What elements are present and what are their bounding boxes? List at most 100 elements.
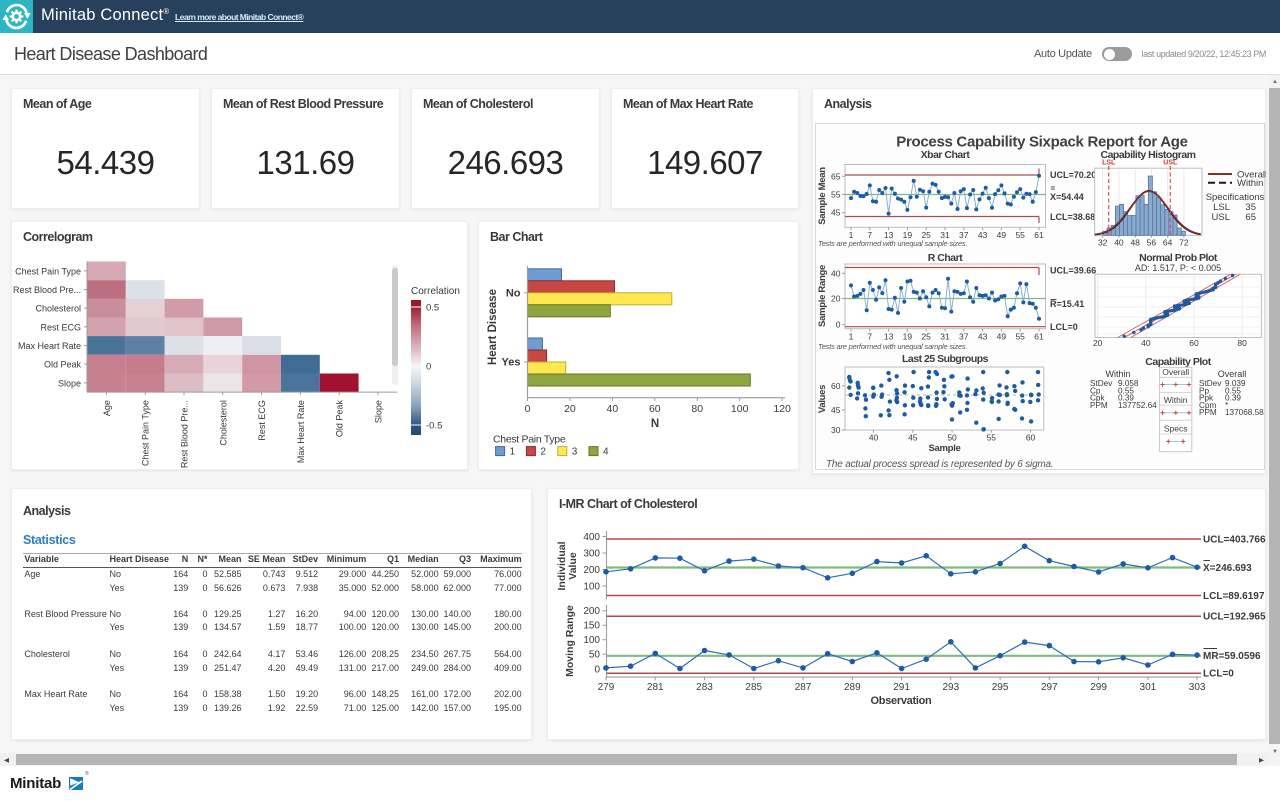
svg-text:2: 2	[540, 447, 546, 458]
svg-text:49: 49	[997, 230, 1007, 240]
svg-text:Specs: Specs	[1164, 423, 1188, 433]
svg-text:400: 400	[583, 532, 600, 543]
svg-text:Chest Pain Type: Chest Pain Type	[15, 266, 81, 276]
svg-text:40: 40	[869, 432, 879, 442]
svg-text:0.5: 0.5	[426, 303, 439, 314]
svg-text:65: 65	[1245, 212, 1256, 223]
svg-text:30: 30	[831, 425, 841, 435]
svg-text:UCL=403.766: UCL=403.766	[1203, 535, 1266, 546]
svg-text:281: 281	[647, 682, 664, 693]
svg-text:Slope: Slope	[374, 400, 384, 423]
svg-text:283: 283	[696, 682, 713, 693]
svg-text:25: 25	[921, 331, 931, 341]
svg-text:Process Capability Sixpack Rep: Process Capability Sixpack Report for Ag…	[896, 133, 1187, 150]
svg-text:Tests are performed with unequ: Tests are performed with unequal sample …	[818, 239, 967, 248]
svg-text:7: 7	[867, 331, 872, 341]
svg-text:MR=59.0596: MR=59.0596	[1203, 651, 1261, 662]
svg-text:Chest Pain Type: Chest Pain Type	[493, 434, 566, 446]
svg-text:PPM: PPM	[1199, 408, 1217, 417]
svg-text:49: 49	[997, 331, 1007, 341]
svg-text:Values: Values	[817, 384, 828, 412]
svg-text:Sample: Sample	[929, 443, 961, 454]
svg-text:55: 55	[1015, 230, 1025, 240]
svg-text:40: 40	[1141, 338, 1151, 348]
svg-text:50: 50	[589, 650, 601, 661]
svg-text:65: 65	[831, 171, 841, 181]
svg-text:Cholesterol: Cholesterol	[218, 400, 228, 446]
svg-text:Yes: Yes	[502, 357, 521, 369]
svg-text:80: 80	[691, 403, 703, 415]
svg-text:Tests are performed with unequ: Tests are performed with unequal sample …	[818, 342, 967, 351]
svg-text:45: 45	[831, 207, 841, 217]
svg-text:200: 200	[583, 565, 600, 576]
svg-text:80: 80	[1237, 338, 1247, 348]
svg-text:200: 200	[583, 606, 600, 617]
svg-text:Slope: Slope	[58, 378, 81, 388]
svg-text:Overall: Overall	[1218, 369, 1247, 379]
svg-text:Observation: Observation	[871, 695, 932, 707]
svg-text:Age: Age	[102, 400, 112, 416]
svg-text:3: 3	[572, 447, 578, 458]
svg-text:32: 32	[1098, 237, 1108, 247]
svg-text:N: N	[651, 418, 659, 430]
svg-text:Old Peak: Old Peak	[335, 400, 345, 438]
svg-text:60: 60	[831, 380, 841, 390]
svg-text:40: 40	[1114, 237, 1124, 247]
svg-text:Within: Within	[1105, 369, 1130, 379]
svg-text:64: 64	[1163, 237, 1173, 247]
svg-text:Heart Disease: Heart Disease	[487, 289, 499, 365]
svg-text:0: 0	[426, 362, 431, 373]
svg-text:100: 100	[583, 582, 600, 593]
svg-text:19: 19	[903, 331, 913, 341]
svg-text:31: 31	[940, 331, 950, 341]
svg-text:297: 297	[1041, 682, 1058, 693]
svg-text:303: 303	[1189, 682, 1206, 693]
svg-text:285: 285	[745, 682, 762, 693]
svg-text:0: 0	[525, 403, 531, 415]
svg-text:Max Heart Rate: Max Heart Rate	[296, 400, 306, 463]
svg-text:40: 40	[607, 403, 619, 415]
svg-text:Moving Range: Moving Range	[564, 605, 576, 677]
svg-text:56: 56	[1147, 237, 1157, 247]
svg-text:LCL=38.68: LCL=38.68	[1050, 212, 1095, 222]
svg-text:120: 120	[773, 403, 791, 415]
svg-text:4: 4	[603, 447, 609, 458]
svg-text:Last 25 Subgroups: Last 25 Subgroups	[902, 353, 989, 365]
svg-text:20: 20	[564, 403, 576, 415]
svg-text:289: 289	[844, 682, 861, 693]
svg-text:20: 20	[1093, 338, 1103, 348]
svg-text:AD: 1.517, P: < 0.005: AD: 1.517, P: < 0.005	[1135, 263, 1221, 273]
svg-text:40: 40	[831, 268, 841, 278]
svg-text:PPM: PPM	[1090, 400, 1108, 409]
svg-text:45: 45	[831, 405, 841, 415]
svg-text:Within: Within	[1164, 394, 1188, 404]
svg-text:Correlation: Correlation	[411, 286, 460, 297]
svg-text:13: 13	[884, 331, 894, 341]
svg-text:The actual process spread is r: The actual process spread is represented…	[826, 459, 1054, 470]
svg-text:UCL=39.66: UCL=39.66	[1050, 265, 1096, 275]
svg-text:295: 295	[992, 682, 1009, 693]
svg-text:R=15.41: R=15.41	[1050, 299, 1084, 309]
svg-text:Rest Blood Pre...: Rest Blood Pre...	[180, 400, 190, 468]
svg-text:Max Heart Rate: Max Heart Rate	[18, 341, 81, 351]
svg-text:Chest Pain Type: Chest Pain Type	[141, 400, 151, 466]
svg-text:USL: USL	[1212, 212, 1230, 223]
svg-text:55: 55	[831, 189, 841, 199]
svg-text:1: 1	[849, 331, 854, 341]
svg-text:48: 48	[1130, 237, 1140, 247]
svg-text:Rest Blood Pre...: Rest Blood Pre...	[13, 285, 81, 295]
svg-text:37: 37	[959, 331, 969, 341]
svg-text:50: 50	[947, 432, 957, 442]
svg-text:61: 61	[1034, 230, 1044, 240]
svg-text:299: 299	[1090, 682, 1107, 693]
svg-text:60: 60	[1189, 338, 1199, 348]
svg-text:LSL: LSL	[1102, 159, 1116, 166]
svg-text:0: 0	[836, 319, 841, 329]
svg-text:20: 20	[831, 293, 841, 303]
svg-text:1: 1	[510, 447, 516, 458]
svg-text:UCL=192.965: UCL=192.965	[1203, 612, 1266, 623]
svg-text:Cholesterol: Cholesterol	[35, 304, 81, 314]
svg-text:100: 100	[583, 635, 600, 646]
svg-text:Xbar Chart: Xbar Chart	[921, 149, 971, 161]
svg-text:X=54.44: X=54.44	[1050, 192, 1084, 202]
